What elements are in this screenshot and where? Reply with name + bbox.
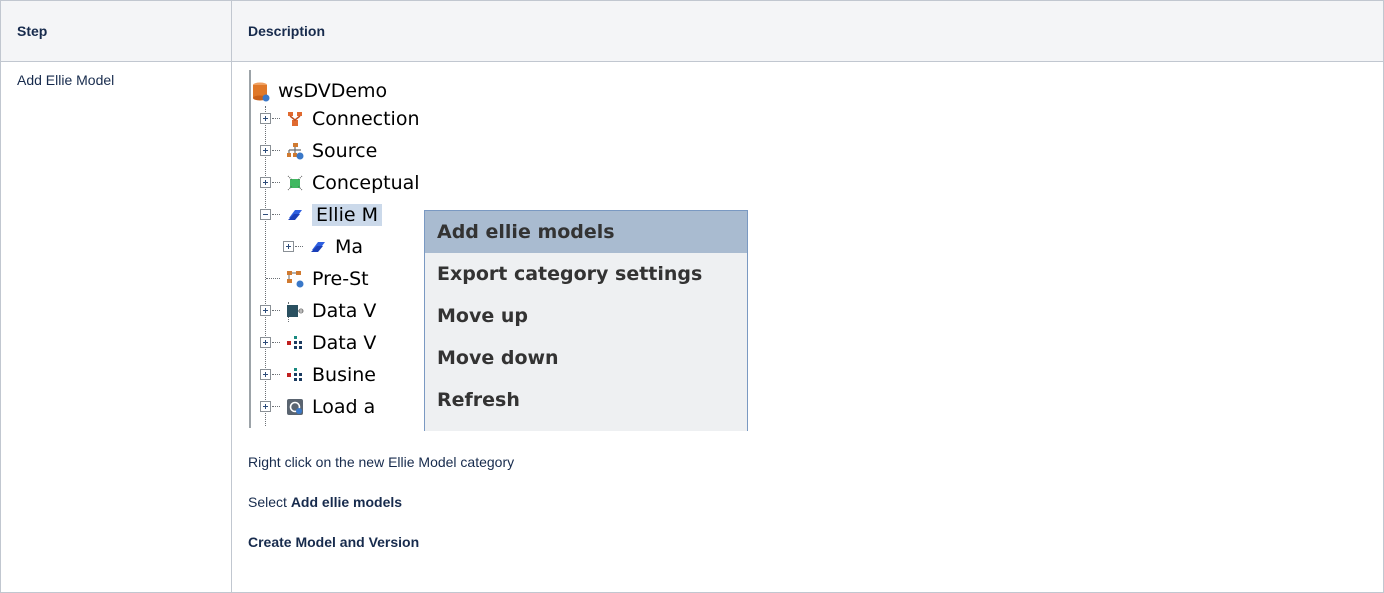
tree-item-connection[interactable]: Connection: [286, 105, 420, 133]
tree-item-label: Load a: [312, 396, 376, 418]
tree-connector: [295, 246, 303, 248]
instruction-right-click: Right click on the new Ellie Model categ…: [248, 454, 515, 470]
tree-border: [249, 70, 251, 428]
expand-icon[interactable]: [260, 177, 271, 188]
tree-connector: [272, 150, 280, 152]
expand-icon[interactable]: [260, 337, 271, 348]
data-vault-tree-icon: [286, 334, 304, 352]
tree-item-load[interactable]: Load a: [286, 393, 375, 421]
expand-icon[interactable]: [283, 241, 294, 252]
tree-item-conceptual[interactable]: Conceptual: [286, 169, 420, 197]
instruction-select-prefix: Select: [248, 494, 291, 510]
step-name: Add Ellie Model: [0, 61, 232, 593]
menu-item-refresh[interactable]: Refresh: [425, 379, 747, 421]
tree-item-pre-staging[interactable]: Pre-St: [286, 265, 369, 293]
context-menu: Add ellie models Export category setting…: [424, 210, 748, 431]
tree-connector: [272, 214, 280, 216]
tree-item-source[interactable]: Source: [286, 137, 377, 165]
business-icon: [286, 366, 304, 384]
source-icon: [286, 142, 304, 160]
tree-item-label-selected: Ellie M: [312, 204, 382, 226]
expand-icon[interactable]: [260, 369, 271, 380]
tree-item-business[interactable]: Busine: [286, 361, 376, 389]
load-icon: [286, 398, 304, 416]
tree-item-label: Conceptual: [312, 172, 420, 194]
tree-item-label: Data V: [312, 300, 377, 322]
menu-item-move-up[interactable]: Move up: [425, 295, 747, 337]
tree-item-label: Connection: [312, 108, 420, 130]
steps-table: Step Description Add Ellie Model wsDVDem…: [0, 0, 1384, 593]
table-row: Add Ellie Model wsDVDemo Connection Sour…: [0, 61, 1384, 593]
menu-item-export-category-settings[interactable]: Export category settings: [425, 253, 747, 295]
expand-icon[interactable]: [260, 113, 271, 124]
tree-connector: [272, 342, 280, 344]
expand-icon[interactable]: [260, 305, 271, 316]
instruction-select-target: Add ellie models: [290, 494, 403, 510]
tree-connector: [266, 278, 280, 280]
tree-connector: [272, 118, 280, 120]
tree-root-label: wsDVDemo: [278, 80, 388, 102]
tree-connector: [272, 406, 280, 408]
tree-item-label: Pre-St: [312, 268, 369, 290]
tree-root[interactable]: wsDVDemo: [252, 77, 387, 105]
tree-connector: [272, 182, 280, 184]
database-icon: [252, 82, 270, 102]
ellie-model-icon: [286, 206, 304, 224]
header-description: Description: [231, 0, 1384, 62]
tree-item-data-vault-2[interactable]: Data V: [286, 329, 376, 357]
tree-screenshot: wsDVDemo Connection Source Conceptual El…: [246, 70, 748, 431]
tree-item-data-vault[interactable]: Data V: [286, 297, 376, 325]
tree-item-ellie-child[interactable]: Ma: [309, 233, 363, 261]
expand-icon[interactable]: [260, 401, 271, 412]
tree-item-label: Source: [312, 140, 378, 162]
tree-item-label: Busine: [312, 364, 376, 386]
header-step: Step: [0, 0, 232, 62]
instruction-create-model: Create Model and Version: [248, 534, 420, 550]
menu-item-move-down[interactable]: Move down: [425, 337, 747, 379]
connection-icon: [286, 110, 304, 128]
data-vault-icon: [286, 302, 304, 320]
description-cell: wsDVDemo Connection Source Conceptual El…: [231, 61, 1384, 593]
menu-item-add-ellie-models[interactable]: Add ellie models: [425, 211, 747, 253]
expand-icon[interactable]: [260, 145, 271, 156]
table-header-row: Step Description: [0, 0, 1384, 62]
pre-staging-icon: [286, 270, 304, 288]
tree-connector: [272, 374, 280, 376]
tree-item-label: Data V: [312, 332, 377, 354]
ellie-model-icon: [309, 238, 327, 256]
instruction-heading: Create Model and Version: [248, 534, 1383, 550]
tree-item-ellie-model[interactable]: Ellie M: [286, 201, 382, 229]
project-tree: wsDVDemo Connection Source Conceptual El…: [246, 70, 748, 431]
collapse-icon[interactable]: [260, 209, 271, 220]
conceptual-icon: [286, 174, 304, 192]
tree-item-label: Ma: [335, 236, 364, 258]
tree-connector: [272, 310, 280, 312]
instruction-select: Select Add ellie models: [248, 494, 1383, 510]
